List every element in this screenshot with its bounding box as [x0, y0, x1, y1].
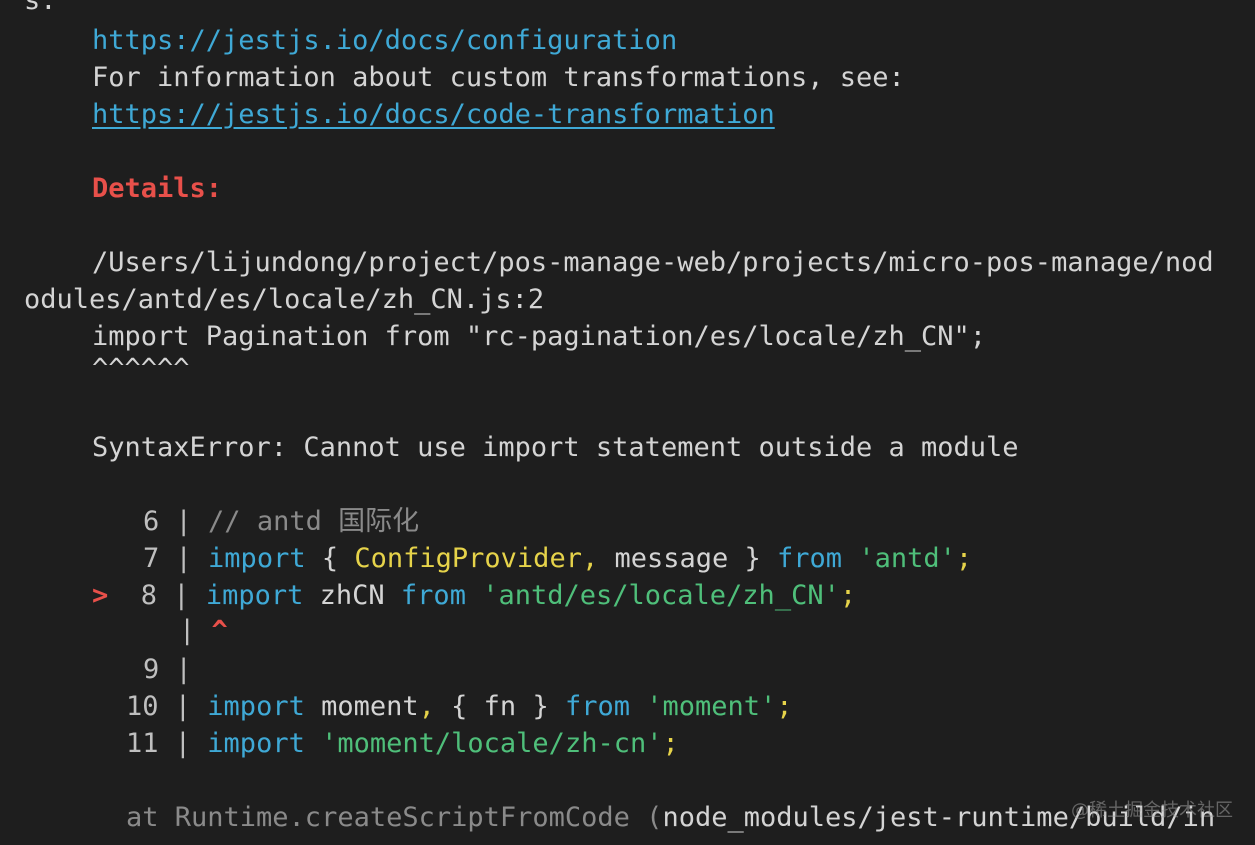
punctuation: ;	[839, 580, 857, 611]
punctuation: ,	[581, 543, 599, 574]
code-text: { fn }	[434, 691, 565, 722]
terminal-line: /Users/lijundong/project/pos-manage-web/…	[92, 244, 1214, 281]
gutter-separator: |	[159, 506, 209, 537]
keyword: from	[777, 543, 843, 574]
line-number: 10	[126, 691, 159, 722]
line-number: 8	[140, 580, 158, 611]
code-frame-row: | ^	[179, 612, 228, 649]
punctuation: ;	[776, 691, 793, 722]
text-fragment: For information about custom transformat…	[92, 62, 905, 93]
line-number: 6	[143, 506, 160, 537]
code-frame-row: 7 | import { ConfigProvider, message } f…	[143, 540, 972, 577]
keyword: from	[400, 580, 466, 611]
string-literal: 'antd'	[858, 543, 956, 574]
file-path-continued: odules/antd/es/locale/zh_CN.js:2	[24, 284, 545, 315]
keyword: import	[207, 691, 305, 722]
terminal-line: SyntaxError: Cannot use import statement…	[92, 429, 1019, 466]
terminal-line: For information about custom transformat…	[92, 59, 905, 96]
stack-trace-line: at Runtime.createScriptFromCode (node_mo…	[126, 799, 1215, 836]
line-number: 11	[126, 728, 159, 759]
gutter-separator: |	[159, 543, 209, 574]
line-number: 7	[143, 543, 160, 574]
keyword: import	[208, 543, 306, 574]
string-literal: 'moment/locale/zh-cn'	[321, 728, 663, 759]
error-caret: ^	[211, 615, 228, 646]
keyword: import	[205, 580, 304, 611]
code-frame-row: 10 | import moment, { fn } from 'moment'…	[126, 688, 793, 725]
terminal-line: import Pagination from "rc-pagination/es…	[92, 318, 986, 355]
error-line-marker: >	[92, 580, 109, 611]
code-comment: // antd 国际化	[208, 506, 420, 537]
code-text: message }	[598, 543, 778, 574]
keyword: from	[564, 691, 630, 722]
source-line: import Pagination from "rc-pagination/es…	[92, 321, 987, 352]
stack-frame: at Runtime.createScriptFromCode (	[126, 802, 663, 833]
transform-docs-link[interactable]: https://jestjs.io/docs/code-transformati…	[92, 99, 775, 130]
line-number: 9	[143, 654, 160, 685]
keyword: import	[207, 728, 305, 759]
terminal-line: s:	[24, 0, 57, 19]
text-fragment: s:	[24, 0, 57, 16]
punctuation: ;	[955, 543, 973, 574]
code-frame-row: 11 | import 'moment/locale/zh-cn';	[126, 725, 679, 762]
terminal-line: Details:	[92, 170, 222, 207]
code-frame-row-highlighted: > 8 | import zhCN from 'antd/es/locale/z…	[92, 577, 856, 614]
code-frame-row: 9 |	[143, 651, 192, 688]
terminal-output: s: https://jestjs.io/docs/configuration …	[0, 0, 1255, 845]
gutter-separator: |	[179, 615, 196, 646]
syntax-error-message: SyntaxError: Cannot use import statement…	[92, 432, 1019, 463]
terminal-line: https://jestjs.io/docs/code-transformati…	[92, 96, 775, 133]
config-docs-link[interactable]: https://jestjs.io/docs/configuration	[92, 25, 677, 56]
terminal-line: odules/antd/es/locale/zh_CN.js:2	[24, 281, 544, 318]
file-path: /Users/lijundong/project/pos-manage-web/…	[92, 247, 1214, 278]
code-text: moment	[304, 691, 419, 722]
details-heading: Details:	[92, 173, 223, 204]
punctuation: ,	[418, 691, 435, 722]
gutter-separator: |	[158, 728, 208, 759]
string-literal: 'antd/es/locale/zh_CN'	[482, 580, 840, 611]
identifier: ConfigProvider	[354, 543, 582, 574]
terminal-line: https://jestjs.io/docs/configuration	[92, 22, 677, 59]
caret-marker: ^^^^^^	[92, 353, 190, 384]
code-text: {	[305, 543, 355, 574]
punctuation: ;	[662, 728, 679, 759]
code-text: zhCN	[303, 580, 401, 611]
watermark: @稀土掘金技术社区	[1071, 800, 1233, 821]
gutter-separator: |	[159, 654, 192, 685]
code-frame-row: 6 | // antd 国际化	[143, 503, 419, 540]
gutter-separator: |	[157, 580, 206, 611]
gutter-separator: |	[158, 691, 208, 722]
string-literal: 'moment'	[646, 691, 777, 722]
terminal-line: ^^^^^^	[92, 350, 190, 387]
